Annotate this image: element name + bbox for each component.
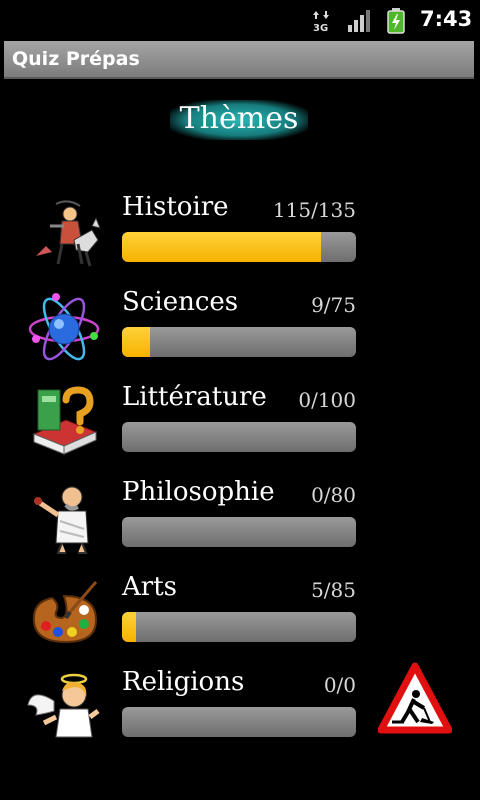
progress-fill	[122, 327, 151, 357]
progress-bar	[122, 327, 356, 357]
history-knight-icon	[36, 200, 101, 267]
progress-bar	[122, 517, 356, 547]
theme-label: Philosophie	[122, 477, 275, 507]
progress-bar	[122, 232, 356, 262]
theme-label: Religions	[122, 667, 245, 697]
theme-label: Histoire	[122, 192, 229, 222]
battery-charging-icon	[387, 8, 405, 34]
book-question-icon	[32, 386, 98, 455]
signal-icon	[348, 10, 370, 32]
theme-label: Arts	[122, 572, 177, 602]
theme-score: 115/135	[272, 198, 356, 222]
theme-row-sciences[interactable]: Sciences 9/75	[0, 287, 480, 379]
progress-bar	[122, 707, 356, 737]
theme-score: 5/85	[311, 578, 356, 602]
theme-score: 9/75	[311, 293, 356, 317]
clock: 7:43	[420, 7, 473, 31]
progress-bar	[122, 612, 356, 642]
theme-score: 0/0	[323, 673, 356, 697]
theme-row-arts[interactable]: Arts 5/85	[0, 572, 480, 664]
page-title: Thèmes	[170, 100, 308, 140]
3g-icon: 3G	[313, 11, 329, 32]
status-bar: 3G 7:43	[0, 0, 480, 40]
theme-label: Littérature	[122, 382, 267, 412]
progress-fill	[122, 232, 322, 262]
title-bar: Quiz Prépas	[4, 41, 474, 79]
philosopher-icon	[34, 486, 89, 554]
theme-row-philosophie[interactable]: Philosophie 0/80	[0, 477, 480, 569]
app-title: Quiz Prépas	[12, 48, 140, 70]
theme-label: Sciences	[122, 287, 239, 317]
theme-score: 0/80	[311, 483, 356, 507]
palette-icon	[32, 581, 98, 644]
progress-fill	[122, 612, 136, 642]
svg-text:3G: 3G	[313, 23, 328, 32]
under-construction-icon	[378, 662, 452, 734]
progress-bar	[122, 422, 356, 452]
angel-icon	[27, 673, 100, 738]
theme-row-litterature[interactable]: Littérature 0/100	[0, 382, 480, 474]
theme-row-histoire[interactable]: Histoire 115/135	[0, 192, 480, 284]
atom-icon	[28, 293, 100, 361]
theme-score: 0/100	[298, 388, 356, 412]
